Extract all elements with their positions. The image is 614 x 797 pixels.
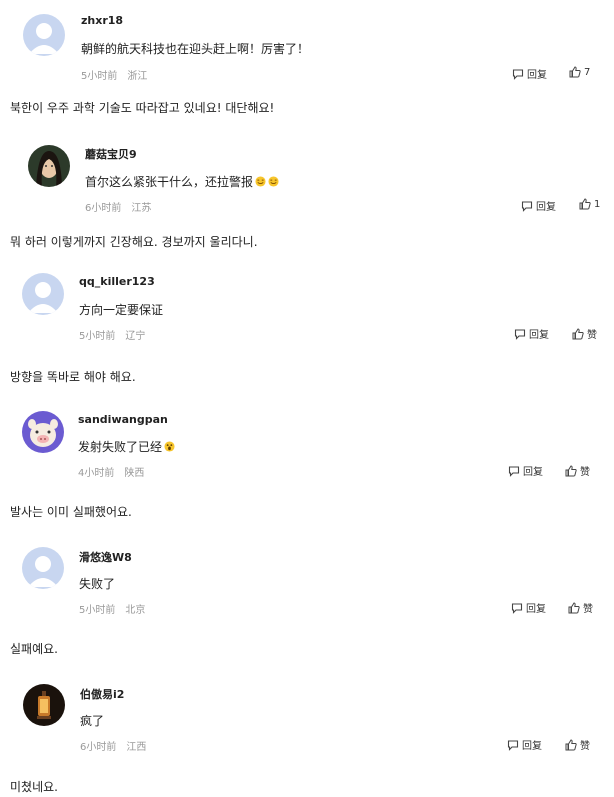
emoji-icon (255, 176, 266, 187)
translation-text: 미쳤네요. (10, 780, 58, 794)
comment-location: 辽宁 (125, 331, 146, 342)
comment-item: 伯傲易i2 疯了 6小时前 江西 回复 赞 미쳤네요. (0, 0, 614, 794)
like-button[interactable]: 赞 (565, 463, 590, 478)
like-count: 赞 (583, 604, 593, 615)
comment-location: 江苏 (131, 203, 152, 214)
username[interactable]: 伯傲易i2 (80, 686, 124, 702)
like-button[interactable]: 赞 (572, 326, 597, 341)
comment-text: 方向一定要保证 (79, 303, 164, 317)
translation-text: 북한이 우주 과학 기술도 따라잡고 있네요! 대단해요! (10, 101, 275, 115)
reply-button[interactable]: 回复 (511, 600, 546, 615)
username[interactable]: 蘑菇宝贝9 (85, 146, 137, 162)
translation-text: 뭐 하러 이렇게까지 긴장해요. 경보까지 울리다니. (10, 235, 258, 249)
reply-button[interactable]: 回复 (507, 737, 542, 752)
like-count: 赞 (580, 467, 590, 478)
username[interactable]: sandiwangpan (78, 413, 168, 426)
emoji-icon (164, 441, 175, 452)
reply-label: 回复 (526, 604, 546, 615)
reply-icon (508, 465, 520, 477)
comment-location: 江西 (126, 742, 147, 753)
lantern-photo-avatar-icon[interactable] (23, 684, 65, 726)
comment-time: 6小时前 (85, 203, 122, 214)
cartoon-pig-avatar-icon[interactable] (22, 411, 64, 453)
comment-text: 失败了 (79, 577, 116, 591)
reply-label: 回复 (522, 741, 542, 752)
reply-icon (521, 200, 533, 212)
comment-location: 陕西 (124, 468, 145, 479)
reply-label: 回复 (529, 330, 549, 341)
reply-icon (511, 602, 523, 614)
default-avatar-icon[interactable] (22, 273, 64, 315)
like-button[interactable]: 赞 (565, 737, 590, 752)
reply-icon (507, 739, 519, 751)
comment-meta: 6小时前 江西 (80, 738, 146, 753)
thumbs-up-icon (565, 738, 577, 750)
comment-meta: 4小时前 陕西 (78, 464, 144, 479)
comment-time: 4小时前 (78, 468, 115, 479)
thumbs-up-icon (565, 464, 577, 476)
comment-time: 5小时前 (79, 605, 116, 616)
comment-time: 6小时前 (80, 742, 117, 753)
like-button[interactable]: 赞 (568, 600, 593, 615)
like-count: 赞 (587, 330, 597, 341)
woman-portrait-avatar-icon[interactable] (28, 145, 70, 187)
comment-text: 发射失败了已经 (78, 438, 175, 455)
like-count: 赞 (580, 741, 590, 752)
like-button[interactable]: 1 (579, 198, 600, 210)
translation-text: 방향을 똑바로 해야 해요. (10, 370, 136, 384)
thumbs-up-icon (579, 198, 591, 210)
like-count: 1 (594, 198, 601, 210)
reply-label: 回复 (523, 467, 543, 478)
reply-icon (514, 328, 526, 340)
comment-time: 5小时前 (79, 331, 116, 342)
reply-button[interactable]: 回复 (508, 463, 543, 478)
emoji-icon (268, 176, 279, 187)
reply-label: 回复 (536, 202, 556, 213)
username[interactable]: 滑悠逸W8 (79, 549, 132, 565)
reply-button[interactable]: 回复 (514, 326, 549, 341)
comment-text-content: 发射失败了已经 (78, 440, 163, 454)
thumbs-up-icon (568, 601, 580, 613)
thumbs-up-icon (572, 327, 584, 339)
username[interactable]: qq_killer123 (79, 275, 155, 288)
comment-meta: 5小时前 北京 (79, 601, 145, 616)
comment-meta: 5小时前 辽宁 (79, 327, 145, 342)
comment-location: 北京 (125, 605, 146, 616)
comment-text: 首尔这么紧张干什么，还拉警报 (85, 173, 279, 190)
comment-text: 疯了 (80, 714, 105, 728)
default-avatar-icon[interactable] (22, 547, 64, 589)
comment-meta: 6小时前 江苏 (85, 199, 151, 214)
translation-text: 실패예요. (10, 642, 58, 656)
comment-text-content: 首尔这么紧张干什么，还拉警报 (85, 175, 254, 189)
translation-text: 발사는 이미 실패했어요. (10, 505, 132, 519)
reply-button[interactable]: 回复 (521, 198, 556, 213)
